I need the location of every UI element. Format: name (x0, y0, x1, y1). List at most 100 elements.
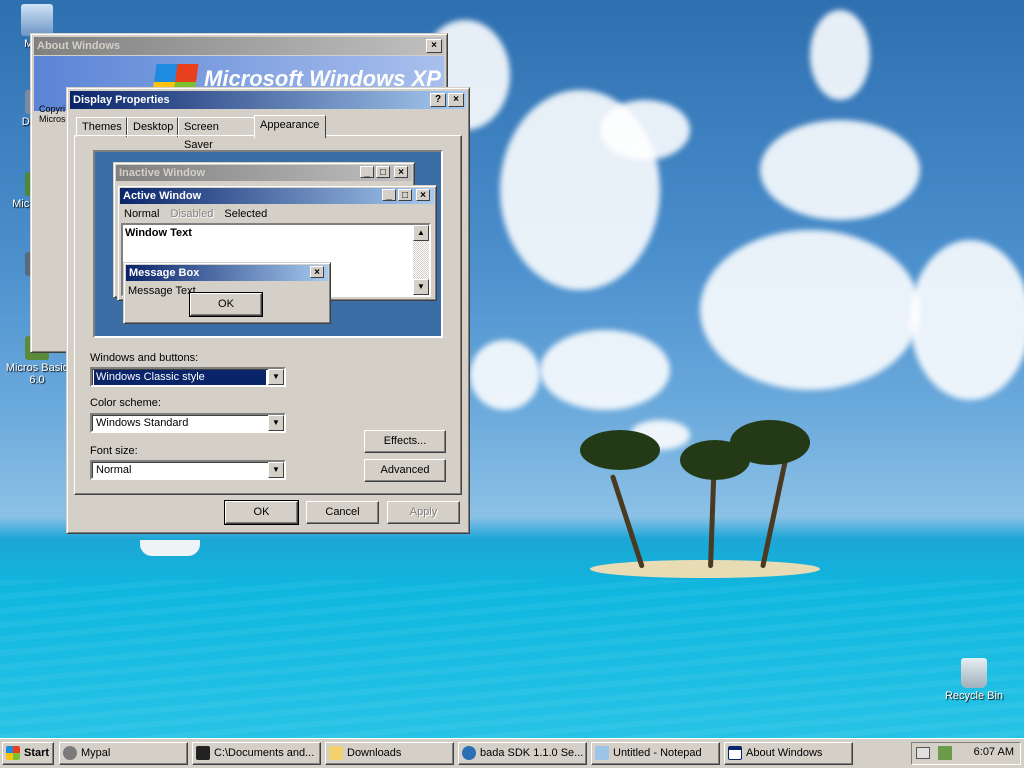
network-icon[interactable] (938, 746, 952, 760)
color-scheme-label: Color scheme: (90, 397, 161, 409)
notepad-icon (595, 746, 609, 760)
about-windows-titlebar[interactable]: About Windows × (34, 37, 444, 55)
desktop-icon-label: Recycle Bin (944, 690, 1004, 702)
preview-menu-normal: Normal (124, 208, 160, 220)
tab-desktop[interactable]: Desktop (127, 117, 178, 137)
chevron-down-icon[interactable]: ▼ (268, 415, 284, 431)
font-size-label: Font size: (90, 445, 138, 457)
preview-menu-selected: Selected (224, 208, 268, 220)
effects-button[interactable]: Effects... (364, 430, 446, 453)
island (590, 560, 820, 578)
taskbar-item-mypal[interactable]: Mypal (59, 742, 188, 765)
help-button[interactable]: ? (430, 93, 446, 107)
7zip-icon (196, 746, 210, 760)
scroll-down-icon: ▼ (413, 279, 429, 295)
close-button[interactable]: × (426, 39, 442, 53)
task-label: C:\Documents and... (214, 747, 315, 759)
close-icon: × (310, 266, 324, 278)
windows-and-buttons-select[interactable]: Windows Classic style ▼ (90, 367, 286, 387)
close-icon: × (416, 189, 430, 201)
sea (0, 580, 1024, 738)
start-label: Start (24, 747, 50, 759)
appearance-preview: Inactive Window _ □ × Active Window _ □ … (93, 150, 443, 338)
tab-appearance[interactable]: Appearance (254, 115, 326, 138)
cloud (600, 100, 690, 160)
selected-value: Normal (96, 464, 132, 476)
preview-scrollbar: ▲ ▼ (413, 225, 429, 295)
cloud (470, 340, 540, 410)
system-tray: 6:07 AM (911, 742, 1021, 765)
start-button[interactable]: Start (2, 742, 54, 765)
tab-strip: Themes Desktop Screen Saver Appearance (76, 115, 376, 151)
tab-label: Themes (82, 121, 122, 133)
preview-title: Inactive Window (119, 167, 206, 179)
cancel-button[interactable]: Cancel (306, 501, 379, 524)
ok-button[interactable]: OK (224, 500, 299, 525)
folder-icon (329, 746, 343, 760)
keyboard-icon[interactable] (916, 747, 930, 759)
display-properties-titlebar[interactable]: Display Properties ? × (70, 91, 466, 109)
palm-fronds (730, 420, 810, 465)
maximize-icon: □ (376, 166, 390, 178)
cloud (760, 120, 920, 220)
task-label: bada SDK 1.1.0 Se... (480, 747, 584, 759)
color-scheme-select[interactable]: Windows Standard ▼ (90, 413, 286, 433)
taskbar: Start Mypal C:\Documents and... Download… (0, 738, 1024, 768)
taskbar-item-notepad[interactable]: Untitled - Notepad (591, 742, 720, 765)
preview-message-box: Message Box × Message Text OK (123, 262, 331, 324)
chevron-down-icon[interactable]: ▼ (268, 369, 284, 385)
taskbar-item-7zip[interactable]: C:\Documents and... (192, 742, 321, 765)
preview-message-text: Message Text (128, 285, 196, 297)
taskbar-item-bada-sdk[interactable]: bada SDK 1.1.0 Se... (458, 742, 587, 765)
selected-value: Windows Classic style (94, 370, 266, 385)
tab-label: Appearance (260, 119, 320, 131)
close-icon: × (394, 166, 408, 178)
scroll-up-icon: ▲ (413, 225, 429, 241)
selected-value: Windows Standard (96, 417, 189, 429)
windows-flag-icon (6, 746, 20, 760)
task-label: About Windows (746, 747, 823, 759)
task-label: Untitled - Notepad (613, 747, 702, 759)
preview-inactive-titlebar: Inactive Window _ □ × (116, 165, 412, 181)
window-title: Display Properties (73, 94, 170, 106)
cloud (540, 330, 670, 410)
tab-screen-saver[interactable]: Screen Saver (178, 117, 255, 151)
minimize-icon: _ (360, 166, 374, 178)
preview-message-titlebar: Message Box × (126, 265, 328, 281)
cloud (810, 10, 870, 100)
sailboat (140, 540, 200, 556)
cloud (910, 240, 1024, 400)
mypal-icon (63, 746, 77, 760)
chevron-down-icon[interactable]: ▼ (268, 462, 284, 478)
advanced-button[interactable]: Advanced (364, 459, 446, 482)
window-icon (728, 746, 742, 760)
font-size-select[interactable]: Normal ▼ (90, 460, 286, 480)
desktop-icon-recycle-bin[interactable]: Recycle Bin (937, 658, 1011, 702)
palm-trunk (708, 469, 717, 569)
windows-and-buttons-label: Windows and buttons: (90, 352, 199, 364)
desktop-icon-label: Micros Basic 6.0 (5, 362, 69, 386)
taskbar-item-downloads[interactable]: Downloads (325, 742, 454, 765)
cloud (700, 230, 920, 390)
tab-themes[interactable]: Themes (76, 117, 127, 137)
maximize-icon: □ (398, 189, 412, 201)
palm-fronds (580, 430, 660, 470)
preview-menu-disabled: Disabled (170, 208, 214, 220)
window-title: About Windows (37, 40, 120, 52)
taskbar-item-about-windows[interactable]: About Windows (724, 742, 853, 765)
minimize-icon: _ (382, 189, 396, 201)
clock[interactable]: 6:07 AM (974, 746, 1014, 758)
recycle-bin-icon (961, 658, 987, 688)
palm-trunk (760, 452, 790, 569)
bada-icon (462, 746, 476, 760)
palm-trunk (609, 474, 645, 569)
apply-button[interactable]: Apply (387, 501, 460, 524)
close-button[interactable]: × (448, 93, 464, 107)
task-label: Mypal (81, 747, 111, 759)
preview-title: Active Window (123, 190, 202, 202)
task-label: Downloads (347, 747, 402, 759)
preview-ok-button: OK (189, 292, 263, 317)
my-computer-icon (21, 4, 53, 36)
preview-active-titlebar: Active Window _ □ × (120, 188, 434, 204)
tab-label: Desktop (133, 121, 174, 133)
